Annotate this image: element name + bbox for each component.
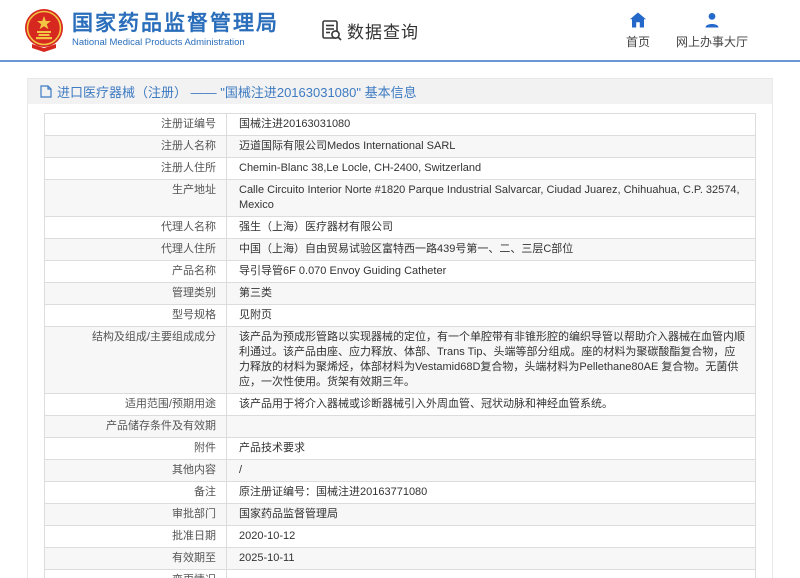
- row-label: 管理类别: [45, 283, 227, 304]
- table-row: 结构及组成/主要组成成分该产品为预成形管路以实现器械的定位，有一个单腔带有非锥形…: [45, 327, 755, 394]
- row-label: 产品名称: [45, 261, 227, 282]
- table-row: 有效期至2025-10-11: [45, 548, 755, 570]
- row-value: 迈道国际有限公司Medos International SARL: [227, 136, 755, 157]
- row-label: 其他内容: [45, 460, 227, 481]
- table-row: 注册人住所Chemin-Blanc 38,Le Locle, CH-2400, …: [45, 158, 755, 180]
- row-label: 注册人住所: [45, 158, 227, 179]
- brand-title: 国家药品监督管理局: [72, 12, 279, 36]
- page-title: 进口医疗器械（注册） —— "国械注进20163031080" 基本信息: [57, 82, 417, 101]
- data-query-button[interactable]: 数据查询: [321, 18, 419, 43]
- table-row: 审批部门国家药品监督管理局: [45, 504, 755, 526]
- row-value: 国械注进20163031080: [227, 114, 755, 135]
- table-row: 批准日期2020-10-12: [45, 526, 755, 548]
- nav-label-home: 首页: [626, 33, 650, 50]
- row-label: 注册人名称: [45, 136, 227, 157]
- detail-card: 进口医疗器械（注册） —— "国械注进20163031080" 基本信息 注册证…: [27, 78, 773, 578]
- row-label: 批准日期: [45, 526, 227, 547]
- row-label: 产品储存条件及有效期: [45, 416, 227, 437]
- row-value: 2020-10-12: [227, 526, 755, 547]
- table-row: 生产地址Calle Circuito Interior Norte #1820 …: [45, 180, 755, 217]
- row-label: 结构及组成/主要组成成分: [45, 327, 227, 393]
- table-row: 变更情况: [45, 570, 755, 578]
- table-row: 注册证编号国械注进20163031080: [45, 114, 755, 136]
- table-row: 附件产品技术要求: [45, 438, 755, 460]
- table-row: 产品储存条件及有效期: [45, 416, 755, 438]
- header-nav: 首页 网上办事大厅: [626, 11, 748, 50]
- table-wrap: 注册证编号国械注进20163031080注册人名称迈道国际有限公司Medos I…: [28, 104, 772, 578]
- card-titlebar: 进口医疗器械（注册） —— "国械注进20163031080" 基本信息: [28, 79, 772, 104]
- table-row: 备注原注册证编号：国械注进20163771080: [45, 482, 755, 504]
- row-label: 附件: [45, 438, 227, 459]
- nav-label-service-hall: 网上办事大厅: [676, 33, 748, 50]
- table-row: 管理类别第三类: [45, 283, 755, 305]
- brand-subtitle: National Medical Products Administration: [72, 37, 279, 49]
- row-value: Chemin-Blanc 38,Le Locle, CH-2400, Switz…: [227, 158, 755, 179]
- data-query-label: 数据查询: [347, 18, 419, 43]
- table-row: 代理人住所中国（上海）自由贸易试验区富特西一路439号第一、二、三层C部位: [45, 239, 755, 261]
- table-row: 产品名称导引导管6F 0.070 Envoy Guiding Catheter: [45, 261, 755, 283]
- row-value: 2025-10-11: [227, 548, 755, 569]
- user-icon: [703, 11, 721, 29]
- row-value: Calle Circuito Interior Norte #1820 Parq…: [227, 180, 755, 216]
- row-value: 原注册证编号：国械注进20163771080: [227, 482, 755, 503]
- row-label: 适用范围/预期用途: [45, 394, 227, 415]
- data-query-icon: [321, 19, 343, 41]
- row-value: 该产品为预成形管路以实现器械的定位，有一个单腔带有非锥形腔的编织导管以帮助介入器…: [227, 327, 755, 393]
- table-row: 适用范围/预期用途该产品用于将介入器械或诊断器械引入外周血管、冠状动脉和神经血管…: [45, 394, 755, 416]
- row-value: 中国（上海）自由贸易试验区富特西一路439号第一、二、三层C部位: [227, 239, 755, 260]
- row-value: /: [227, 460, 755, 481]
- nmpa-emblem-logo: [24, 8, 64, 52]
- row-value: 该产品用于将介入器械或诊断器械引入外周血管、冠状动脉和神经血管系统。: [227, 394, 755, 415]
- home-icon: [629, 11, 647, 29]
- nav-item-home[interactable]: 首页: [626, 11, 650, 50]
- row-label: 变更情况: [45, 570, 227, 578]
- row-value: [227, 416, 755, 437]
- header: 国家药品监督管理局 National Medical Products Admi…: [0, 0, 800, 62]
- table-row: 注册人名称迈道国际有限公司Medos International SARL: [45, 136, 755, 158]
- table-row: 型号规格见附页: [45, 305, 755, 327]
- row-label: 代理人住所: [45, 239, 227, 260]
- table-row: 其他内容/: [45, 460, 755, 482]
- row-value: 导引导管6F 0.070 Envoy Guiding Catheter: [227, 261, 755, 282]
- row-label: 备注: [45, 482, 227, 503]
- row-value: 第三类: [227, 283, 755, 304]
- row-value: 强生（上海）医疗器材有限公司: [227, 217, 755, 238]
- row-label: 代理人名称: [45, 217, 227, 238]
- brand-block: 国家药品监督管理局 National Medical Products Admi…: [72, 12, 279, 49]
- row-value: [227, 570, 755, 578]
- table-row: 代理人名称强生（上海）医疗器材有限公司: [45, 217, 755, 239]
- row-label: 有效期至: [45, 548, 227, 569]
- row-value: 国家药品监督管理局: [227, 504, 755, 525]
- row-value: 产品技术要求: [227, 438, 755, 459]
- info-table: 注册证编号国械注进20163031080注册人名称迈道国际有限公司Medos I…: [44, 113, 756, 578]
- row-value: 见附页: [227, 305, 755, 326]
- nav-item-service-hall[interactable]: 网上办事大厅: [676, 11, 748, 50]
- document-icon: [40, 85, 52, 98]
- page-content: 进口医疗器械（注册） —— "国械注进20163031080" 基本信息 注册证…: [0, 62, 800, 578]
- row-label: 型号规格: [45, 305, 227, 326]
- row-label: 注册证编号: [45, 114, 227, 135]
- row-label: 生产地址: [45, 180, 227, 216]
- row-label: 审批部门: [45, 504, 227, 525]
